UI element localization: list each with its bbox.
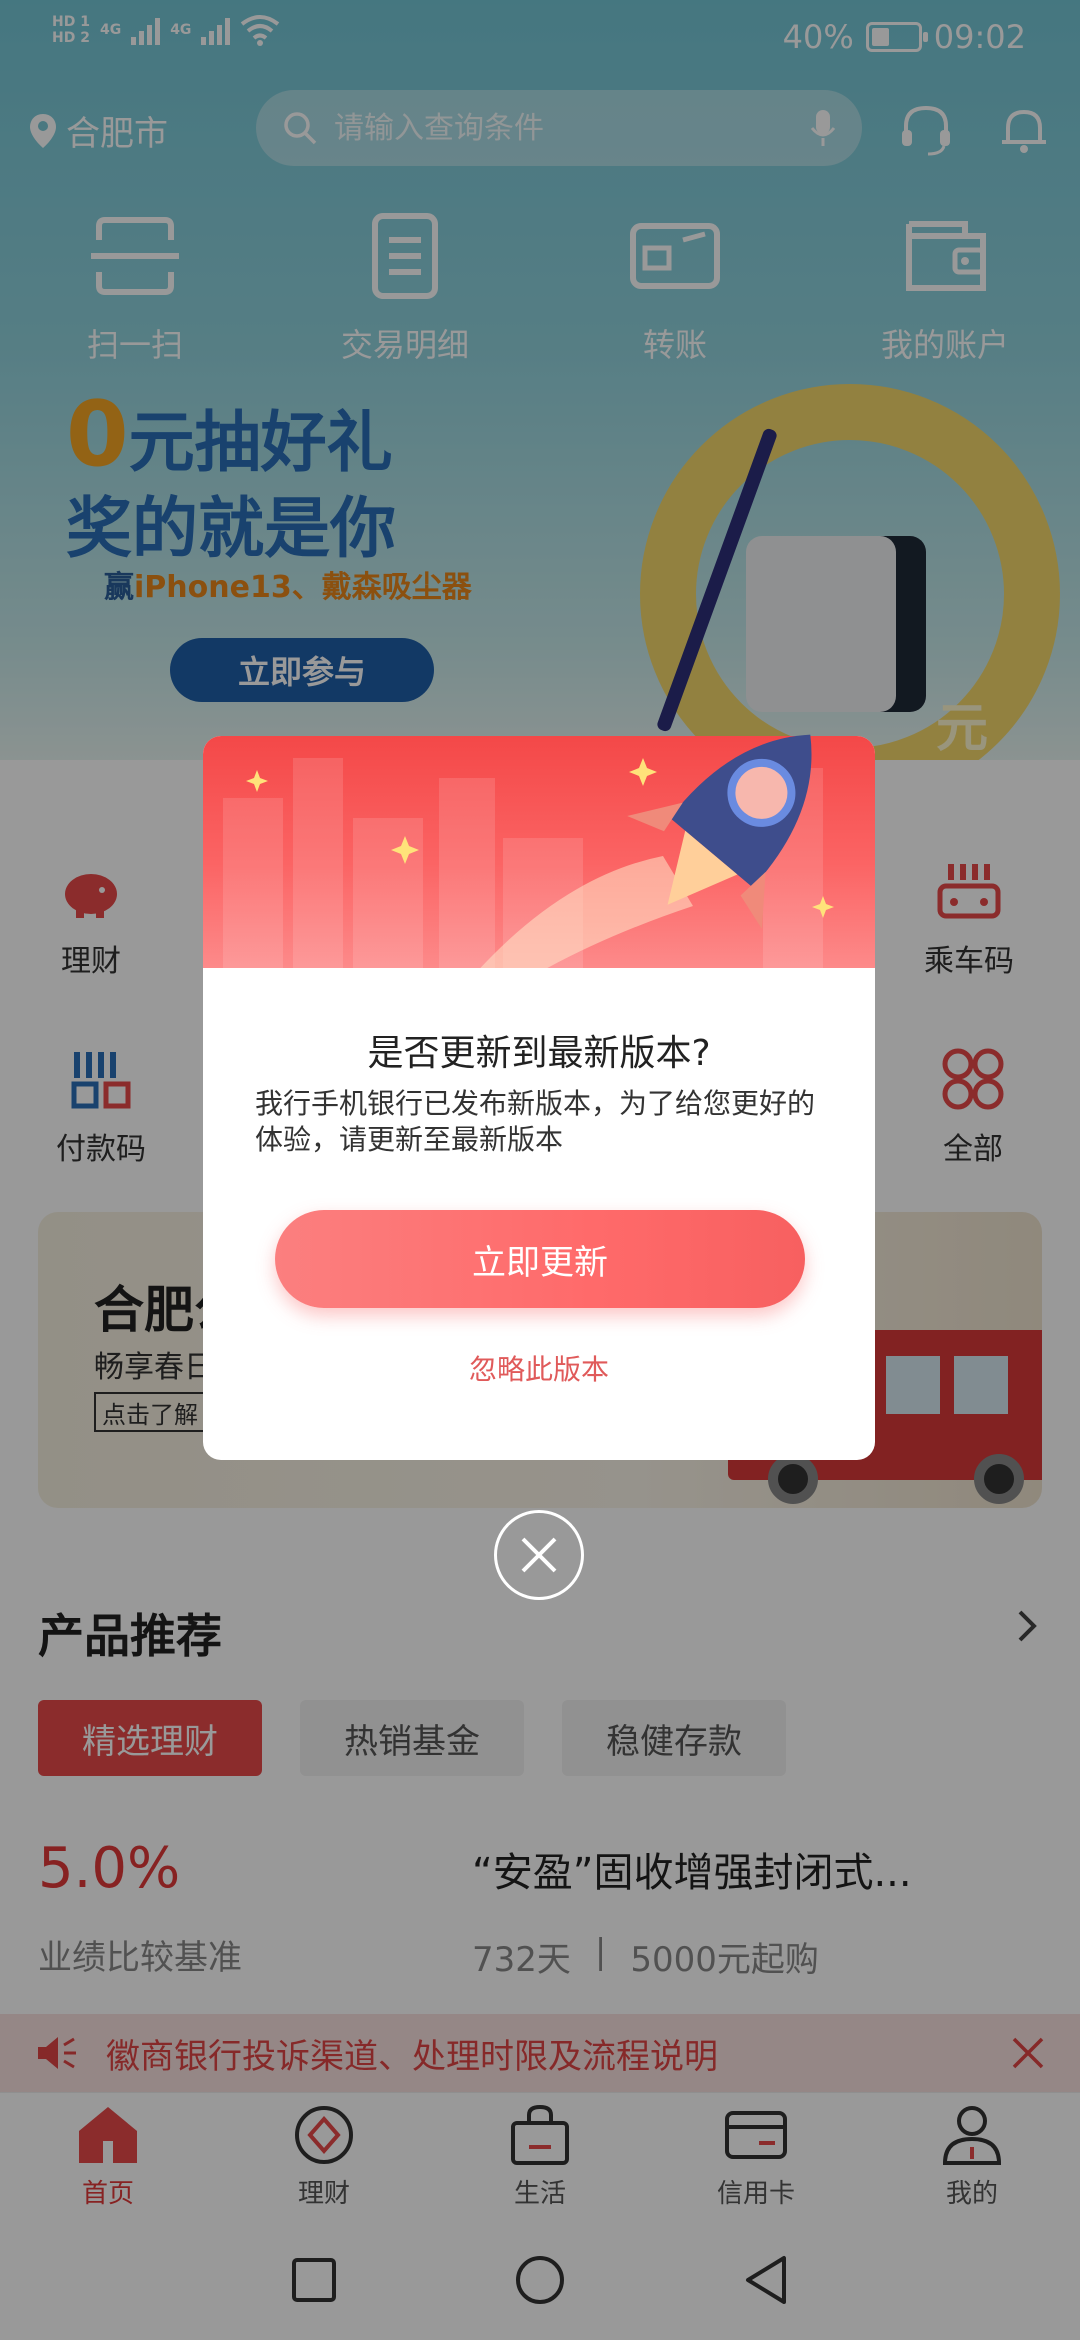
dialog-close-button[interactable] xyxy=(494,1510,584,1600)
update-dialog: 是否更新到最新版本? 我行手机银行已发布新版本，为了给您更好的体验，请更新至最新… xyxy=(203,734,875,1460)
close-icon xyxy=(521,1537,557,1573)
ignore-version-link[interactable]: 忽略此版本 xyxy=(203,1348,875,1388)
dialog-message: 我行手机银行已发布新版本，为了给您更好的体验，请更新至最新版本 xyxy=(255,1087,816,1156)
dialog-title: 是否更新到最新版本? xyxy=(367,1033,711,1074)
rocket-icon xyxy=(627,734,812,930)
update-now-button[interactable]: 立即更新 xyxy=(275,1210,805,1308)
